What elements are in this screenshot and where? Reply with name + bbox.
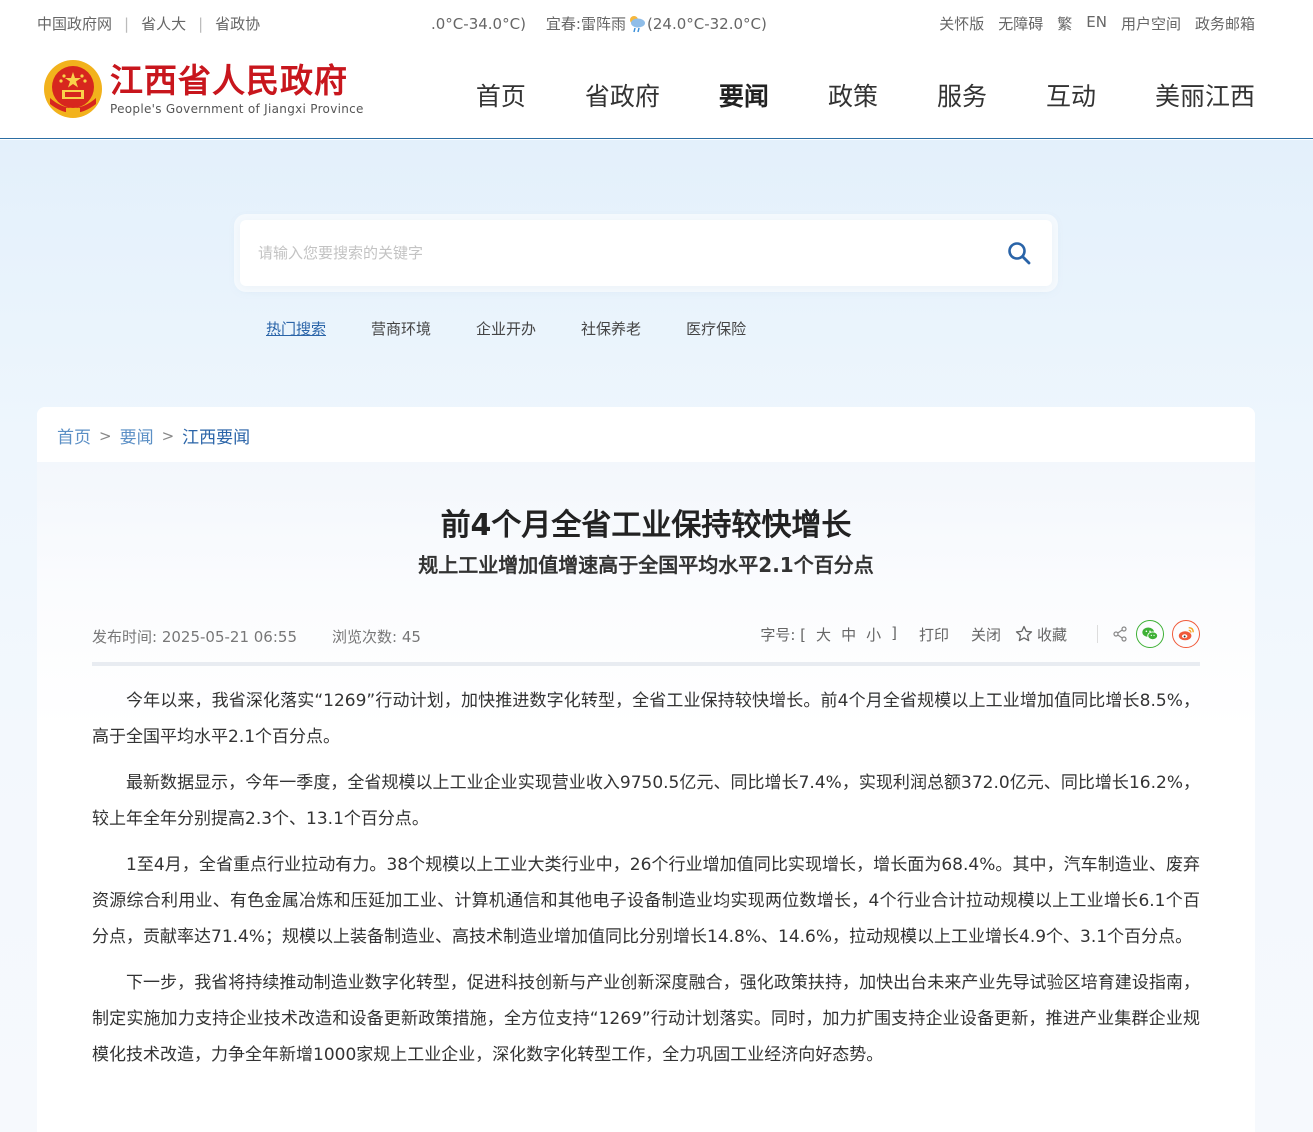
divider: |: [124, 14, 130, 33]
hot-search-business-env[interactable]: 营商环境: [371, 318, 431, 339]
divider: |: [198, 14, 204, 33]
article-paragraph: 最新数据显示，今年一季度，全省规模以上工业企业实现营业收入9750.5亿元、同比…: [92, 773, 1200, 829]
breadcrumb-news[interactable]: 要闻: [120, 423, 154, 448]
nav-services[interactable]: 服务: [937, 80, 987, 114]
top-links-left: 中国政府网 | 省人大 | 省政协: [37, 13, 260, 34]
national-emblem-icon: [44, 60, 102, 118]
hot-search-medical-insurance[interactable]: 医疗保险: [686, 318, 746, 339]
link-care-mode[interactable]: 关怀版: [939, 13, 984, 34]
star-icon: [1015, 625, 1033, 642]
breadcrumb-separator: >: [161, 426, 175, 445]
search-input[interactable]: [258, 236, 978, 270]
weibo-share-button[interactable]: [1172, 620, 1200, 648]
weather-temp-partial: .0°C-34.0°C): [431, 14, 526, 33]
wechat-share-button[interactable]: [1136, 620, 1164, 648]
font-size-medium[interactable]: 中: [841, 624, 856, 645]
top-utility-bar: 中国政府网 | 省人大 | 省政协 .0°C-34.0°C) 宜春: 雷阵雨 (…: [0, 0, 1313, 46]
favorite-label: 收藏: [1036, 625, 1067, 644]
divider: [1097, 625, 1098, 643]
link-accessibility[interactable]: 无障碍: [998, 13, 1043, 34]
weather-desc: 雷阵雨: [580, 15, 626, 33]
wechat-icon: [1142, 627, 1159, 641]
nav-beautiful-jiangxi[interactable]: 美丽江西: [1155, 80, 1255, 114]
hot-search-list: 热门搜索 营商环境 企业开办 社保养老 医疗保险: [266, 318, 791, 339]
article-subtitle: 规上工业增加值增速高于全国平均水平2.1个百分点: [418, 553, 874, 577]
nav-provincial-gov[interactable]: 省政府: [585, 80, 660, 114]
hot-search-pension[interactable]: 社保养老: [581, 318, 641, 339]
site-header: 江西省人民政府 People's Government of Jiangxi P…: [0, 46, 1313, 139]
search-icon[interactable]: [1006, 240, 1032, 266]
breadcrumb-jiangxi-news[interactable]: 江西要闻: [182, 423, 250, 448]
article-meta: 发布时间: 2025-05-21 06:55 浏览次数: 45: [92, 626, 421, 647]
nav-news[interactable]: 要闻: [719, 80, 769, 114]
article-paragraph: 1至4月，全省重点行业拉动有力。38个规模以上工业大类行业中，26个行业增加值同…: [92, 855, 1200, 947]
breadcrumb-separator: >: [99, 426, 112, 445]
main-nav: 首页 省政府 要闻 政策 服务 互动 美丽江西: [417, 80, 1255, 114]
weibo-icon: [1178, 626, 1194, 641]
print-button[interactable]: 打印: [919, 624, 949, 645]
logo-subtitle: People's Government of Jiangxi Province: [110, 102, 364, 116]
hot-search-company-setup[interactable]: 企业开办: [476, 318, 536, 339]
search-bar: [240, 220, 1052, 286]
article-title: 前4个月全省工业保持较快增长: [440, 508, 852, 543]
link-provincial-cppcc[interactable]: 省政协: [215, 13, 260, 34]
link-gov-cn[interactable]: 中国政府网: [37, 13, 112, 34]
breadcrumb-bar: 首页 > 要闻 > 江西要闻: [37, 407, 1255, 462]
article-body: 今年以来，我省深化落实“1269”行动计划，加快推进数字化转型，全省工业保持较快…: [92, 683, 1200, 1083]
breadcrumb: 首页 > 要闻 > 江西要闻: [57, 423, 250, 449]
article-tools: 字号: [ 大 中 小 ] 打印 关闭 收藏: [760, 620, 1200, 648]
link-traditional-chinese[interactable]: 繁: [1057, 13, 1072, 34]
nav-interaction[interactable]: 互动: [1046, 80, 1096, 114]
link-user-space[interactable]: 用户空间: [1121, 13, 1181, 34]
top-links-right: 关怀版 无障碍 繁 EN 用户空间 政务邮箱: [939, 13, 1255, 34]
logo-title: 江西省人民政府: [110, 61, 348, 100]
nav-home[interactable]: 首页: [476, 80, 526, 114]
share-icon[interactable]: [1112, 626, 1128, 642]
nav-policy[interactable]: 政策: [828, 80, 878, 114]
link-english[interactable]: EN: [1086, 13, 1107, 34]
hot-search-label[interactable]: 热门搜索: [266, 318, 326, 339]
thunder-rain-icon: [627, 14, 647, 34]
meta-divider: [92, 662, 1200, 666]
publish-time: 发布时间: 2025-05-21 06:55: [92, 628, 297, 646]
view-count: 浏览次数: 45: [332, 628, 421, 646]
font-size-large[interactable]: 大: [816, 624, 831, 645]
favorite-button[interactable]: 收藏: [1015, 624, 1067, 645]
font-size-label: 字号: [: [760, 625, 807, 644]
weather-range: (24.0°C-32.0°C): [647, 14, 767, 33]
weather-widget: .0°C-34.0°C) 宜春: 雷阵雨 (24.0°C-32.0°C): [431, 13, 767, 34]
breadcrumb-home[interactable]: 首页: [57, 423, 91, 448]
font-size-small[interactable]: 小: [866, 624, 881, 645]
font-size-bracket: ]: [891, 623, 897, 642]
close-button[interactable]: 关闭: [971, 624, 1001, 645]
link-provincial-congress[interactable]: 省人大: [141, 13, 186, 34]
font-size-switcher: 字号: [ 大 中 小 ]: [760, 624, 897, 645]
link-gov-mail[interactable]: 政务邮箱: [1195, 13, 1255, 34]
weather-city: 宜春:: [545, 15, 581, 33]
article-paragraph: 今年以来，我省深化落实“1269”行动计划，加快推进数字化转型，全省工业保持较快…: [92, 691, 1200, 747]
article-paragraph: 下一步，我省将持续推动制造业数字化转型，促进科技创新与产业创新深度融合，强化政策…: [92, 973, 1200, 1065]
site-logo[interactable]: 江西省人民政府 People's Government of Jiangxi P…: [42, 58, 364, 120]
content-card: 首页 > 要闻 > 江西要闻 前4个月全省工业保持较快增长 规上工业增加值增速高…: [37, 407, 1255, 1132]
